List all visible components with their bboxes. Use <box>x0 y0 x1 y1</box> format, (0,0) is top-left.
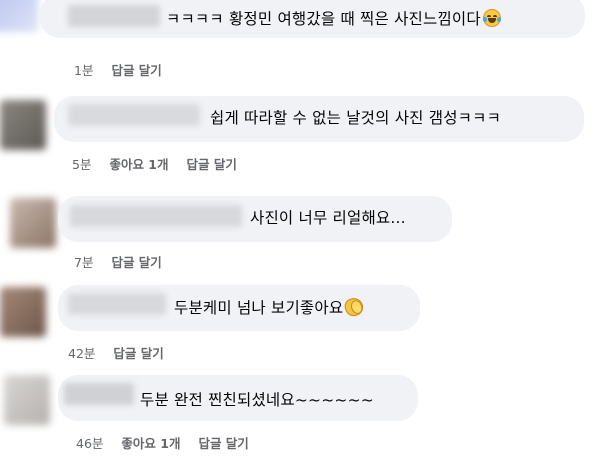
comment-time[interactable]: 42분 <box>68 346 95 361</box>
comment-text: 쉽게 따라할 수 없는 날것의 사진 갬성ㅋㅋㅋ <box>210 109 502 127</box>
clapping-hands-emoji-icon <box>342 295 366 319</box>
laughing-tears-emoji-icon <box>482 9 501 27</box>
comment-meta: 7분 답글 달기 <box>74 252 176 271</box>
comment-meta: 46분 좋아요 1개 답글 달기 <box>76 433 263 452</box>
reply-button[interactable]: 답글 달기 <box>111 255 161 270</box>
commenter-name-blurred[interactable] <box>70 205 242 227</box>
commenter-name-blurred[interactable] <box>68 104 200 126</box>
comment-time[interactable]: 7분 <box>74 255 93 270</box>
avatar[interactable] <box>10 198 56 248</box>
comment-meta: 5분 좋아요 1개 답글 달기 <box>72 154 251 173</box>
comment-time[interactable]: 1분 <box>74 63 93 78</box>
reply-button[interactable]: 답글 달기 <box>113 346 163 361</box>
reply-button[interactable]: 답글 달기 <box>186 157 236 172</box>
commenter-name-blurred[interactable] <box>64 383 134 405</box>
like-count[interactable]: 좋아요 1개 <box>109 157 168 172</box>
comment-text: ㅋㅋㅋㅋ 황정민 여행갔을 때 찍은 사진느낌이다 <box>166 9 501 29</box>
commenter-name-blurred[interactable] <box>68 293 166 315</box>
avatar[interactable] <box>4 375 50 425</box>
comment-text: 사진이 너무 리얼해요... <box>250 209 406 227</box>
commenter-name-blurred[interactable] <box>68 5 160 27</box>
avatar[interactable] <box>0 287 46 337</box>
avatar[interactable] <box>0 0 38 32</box>
reply-button[interactable]: 답글 달기 <box>111 63 161 78</box>
like-count[interactable]: 좋아요 1개 <box>121 436 180 451</box>
comment-meta: 42분 답글 달기 <box>68 343 178 362</box>
reply-button[interactable]: 답글 달기 <box>198 436 248 451</box>
comment-meta: 1분 답글 달기 <box>74 60 176 79</box>
avatar[interactable] <box>0 100 46 150</box>
comment-text: 두분 완전 찐친되셨네요~~~~~~ <box>140 391 374 409</box>
comment-time[interactable]: 46분 <box>76 436 103 451</box>
comment-time[interactable]: 5분 <box>72 157 91 172</box>
comment-text: 두분케미 넘나 보기좋아요 <box>174 295 366 319</box>
